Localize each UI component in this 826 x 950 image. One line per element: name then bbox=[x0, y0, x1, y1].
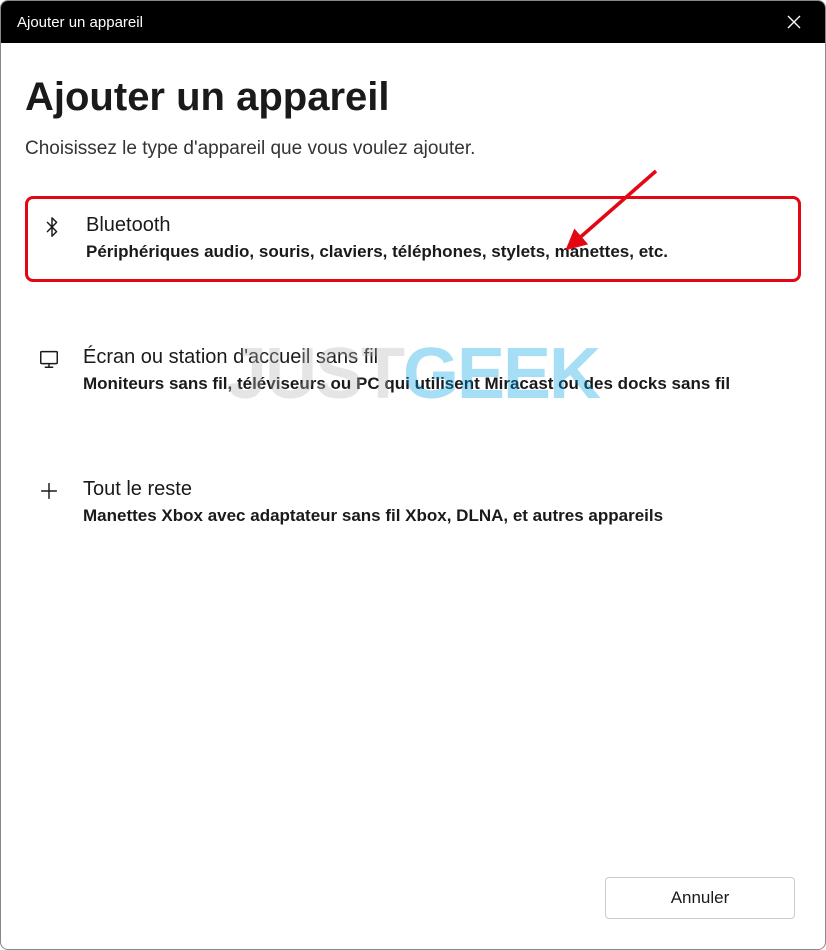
page-subtitle: Choisissez le type d'appareil que vous v… bbox=[25, 138, 801, 160]
bluetooth-icon bbox=[32, 214, 72, 238]
dialog-footer: Annuler bbox=[25, 867, 801, 925]
window-title: Ajouter un appareil bbox=[17, 14, 143, 31]
plus-icon bbox=[29, 478, 69, 502]
close-icon bbox=[787, 15, 801, 29]
page-title: Ajouter un appareil bbox=[25, 75, 801, 120]
close-button[interactable] bbox=[779, 7, 809, 37]
dialog-content: JUSTGEEK Ajouter un appareil Choisissez … bbox=[1, 43, 825, 949]
option-bluetooth[interactable]: Bluetooth Périphériques audio, souris, c… bbox=[25, 196, 801, 282]
option-wireless-display-desc: Moniteurs sans fil, téléviseurs ou PC qu… bbox=[83, 373, 789, 396]
monitor-icon bbox=[29, 346, 69, 370]
cancel-button[interactable]: Annuler bbox=[605, 877, 795, 919]
option-wireless-display[interactable]: Écran ou station d'accueil sans fil Moni… bbox=[25, 328, 801, 414]
option-wireless-display-title: Écran ou station d'accueil sans fil bbox=[83, 346, 789, 369]
option-everything-else[interactable]: Tout le reste Manettes Xbox avec adaptat… bbox=[25, 460, 801, 546]
option-everything-else-title: Tout le reste bbox=[83, 478, 789, 501]
option-everything-else-text: Tout le reste Manettes Xbox avec adaptat… bbox=[83, 478, 789, 528]
option-wireless-display-text: Écran ou station d'accueil sans fil Moni… bbox=[83, 346, 789, 396]
option-everything-else-desc: Manettes Xbox avec adaptateur sans fil X… bbox=[83, 505, 789, 528]
add-device-dialog: Ajouter un appareil JUSTGEEK Ajouter un … bbox=[0, 0, 826, 950]
option-bluetooth-title: Bluetooth bbox=[86, 214, 786, 237]
titlebar: Ajouter un appareil bbox=[1, 1, 825, 43]
option-bluetooth-text: Bluetooth Périphériques audio, souris, c… bbox=[86, 214, 786, 264]
option-bluetooth-desc: Périphériques audio, souris, claviers, t… bbox=[86, 241, 786, 264]
